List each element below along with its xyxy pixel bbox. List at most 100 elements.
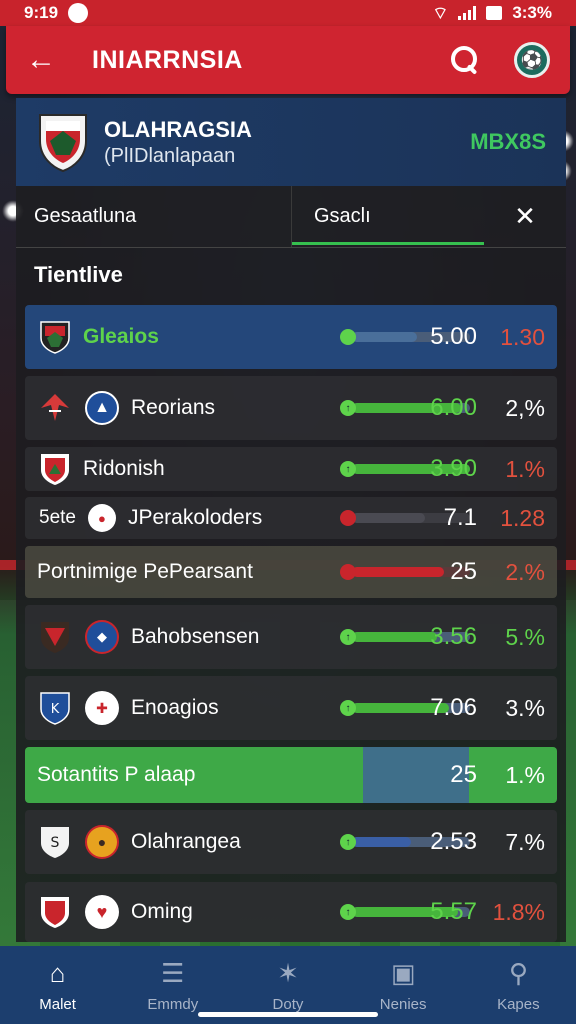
eagle-crest-icon <box>39 391 71 425</box>
team-crest-icon <box>39 320 71 354</box>
item-label: Oming <box>131 900 193 923</box>
nav-label: Malet <box>39 996 76 1013</box>
soccer-ball-icon[interactable]: ⚽ <box>514 42 550 78</box>
item-value: 5.00 <box>430 323 477 350</box>
club-badge-icon: ▲ <box>85 391 119 425</box>
item-percent: 5.% <box>505 623 545 650</box>
item-label: Sotantits P alaap <box>37 763 196 786</box>
up-arrow-icon: ↑ <box>340 700 356 716</box>
team-subtitle: (PlIDlanlapaan <box>104 144 236 167</box>
item-label: JPerakoloders <box>127 506 263 529</box>
team-code: MBX8S <box>470 129 546 154</box>
shield-crest-icon: S <box>39 825 71 859</box>
team-crest-icon <box>36 111 90 173</box>
item-value: 7.1 <box>443 504 477 531</box>
item-value: 3.56 <box>430 623 477 650</box>
nav-label: Doty <box>272 996 304 1013</box>
item-percent: 2.% <box>505 558 545 585</box>
list-item[interactable]: ▲ Reorians ↑ 6.00 2,% <box>25 376 557 440</box>
item-prefix: 5ete <box>39 507 76 528</box>
tab-gesaatluna[interactable]: Gesaatluna <box>16 186 291 247</box>
item-value: 25 <box>450 761 477 788</box>
item-percent: 3.% <box>505 694 545 721</box>
club-badge-icon: ● <box>87 504 116 532</box>
list-icon: ☰ <box>161 957 185 988</box>
item-value: 3.90 <box>430 455 477 482</box>
app-bar: ← INIARRNSIA ⚽ <box>6 26 570 94</box>
list-item[interactable]: Ridonish ↑ 3.90 1.% <box>25 447 557 491</box>
close-icon[interactable]: ✕ <box>484 201 566 232</box>
item-label: Ridonish <box>83 457 165 480</box>
list-item[interactable]: ♥ Oming ↑ 5.57 1.8% <box>25 882 557 942</box>
list-item[interactable]: K ✚ Enoagios ↑ 7.06 3.% <box>25 676 557 740</box>
search-icon: ⚲ <box>508 957 528 988</box>
section-title: Tientlive <box>34 262 123 287</box>
list-item[interactable]: ◆ Bahobsensen ↑ 3.56 5.% <box>25 605 557 669</box>
item-label: Bahobsensen <box>131 625 260 648</box>
svg-text:S: S <box>51 835 60 851</box>
item-percent: 1.8% <box>492 898 545 925</box>
shield-dot-icon <box>340 329 356 345</box>
standings-list: Tientlive Gleaios 5.00 1.30 ▲ Reorians ↑… <box>16 248 566 942</box>
nav-item-nenies[interactable]: ▣ Nenies <box>353 956 453 1014</box>
shield-dot-icon <box>340 510 356 526</box>
item-percent: 1.% <box>505 761 545 788</box>
nav-label: Kapes <box>497 996 540 1013</box>
item-percent: 7.% <box>505 828 545 855</box>
nav-label: Emmdy <box>147 996 199 1013</box>
heart-badge-icon: ♥ <box>85 895 119 929</box>
home-icon: ⌂ <box>49 957 66 988</box>
tab-bar: Gesaatluna Gsaclı ✕ <box>16 186 566 248</box>
badge-icon: ✶ <box>277 957 299 988</box>
item-value: 25 <box>450 558 477 585</box>
club-badge-icon: ● <box>85 825 119 859</box>
status-time: 9:19 <box>24 3 59 22</box>
tab-gsacly[interactable]: Gsaclı <box>291 186 484 247</box>
club-badge-icon: ◆ <box>85 620 119 654</box>
team-header: OLAHRAGSIA (PlIDlanlapaan MBX8S <box>16 98 566 186</box>
up-arrow-icon: ↑ <box>340 904 356 920</box>
item-value: 6.00 <box>430 394 477 421</box>
item-percent: 1.% <box>505 455 545 482</box>
up-arrow-icon: ↑ <box>340 461 356 477</box>
wifi-icon: ⌔ <box>432 3 449 23</box>
signal-icon <box>458 6 477 20</box>
battery-icon <box>486 6 503 20</box>
up-arrow-icon: ↑ <box>340 629 356 645</box>
list-item[interactable]: S ● Olahrangea ↑ 2.53 7.% <box>25 810 557 874</box>
status-bar: 9:19 ⌔ 3:3% <box>0 0 576 26</box>
item-percent: 1.28 <box>500 504 545 531</box>
news-icon: ▣ <box>390 957 416 988</box>
item-percent: 1.30 <box>500 323 545 350</box>
nav-item-kapes[interactable]: ⚲ Kapes <box>468 956 568 1014</box>
search-icon[interactable] <box>448 43 482 77</box>
nav-item-emmdy[interactable]: ☰ Emmdy <box>123 956 223 1014</box>
item-value: 2.53 <box>430 828 477 855</box>
nav-label: Nenies <box>379 996 427 1013</box>
list-item-highlighted[interactable]: Sotantits P alaap 25 1.% <box>25 747 557 803</box>
up-arrow-icon: ↑ <box>340 834 356 850</box>
shield-dot-icon <box>340 564 356 580</box>
team-name: OLAHRAGSIA <box>104 116 252 142</box>
nav-item-doty[interactable]: ✶ Doty <box>238 956 338 1014</box>
arrow-left-icon[interactable]: ← <box>26 43 76 77</box>
page-title: INIARRNSIA <box>92 45 243 74</box>
item-label: Portnimige PePearsant <box>37 560 253 583</box>
team-crest-icon <box>39 620 71 654</box>
battery-level: 3:3% <box>512 3 552 22</box>
shield-crest-icon: K <box>39 691 71 725</box>
up-arrow-icon: ↑ <box>340 400 356 416</box>
item-label: Reorians <box>131 396 216 419</box>
nav-item-malet[interactable]: ⌂ Malet <box>8 956 108 1014</box>
item-percent: 2,% <box>505 394 545 421</box>
svg-text:K: K <box>51 702 60 717</box>
team-crest-icon <box>39 895 71 929</box>
settings-icon <box>68 3 89 23</box>
list-item[interactable]: Portnimige PePearsant 25 2.% <box>25 546 557 598</box>
list-item[interactable]: Gleaios 5.00 1.30 <box>25 305 557 369</box>
item-label: Olahrangea <box>131 830 241 853</box>
list-item[interactable]: 5ete ● JPerakoloders 7.1 1.28 <box>25 497 557 539</box>
item-value: 5.57 <box>430 898 477 925</box>
item-value: 7.06 <box>430 694 477 721</box>
club-badge-icon: ✚ <box>85 691 119 725</box>
